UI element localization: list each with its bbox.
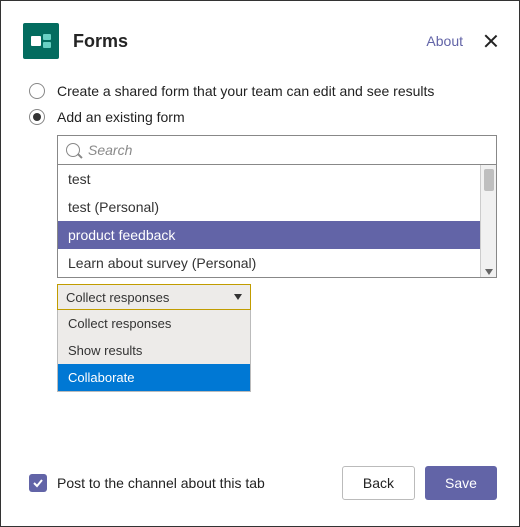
dialog-footer: Post to the channel about this tab Back … xyxy=(1,466,519,526)
chevron-down-icon xyxy=(234,294,242,300)
dialog-content: Create a shared form that your team can … xyxy=(1,69,519,466)
radio-create-shared[interactable]: Create a shared form that your team can … xyxy=(29,83,497,99)
dropdown-option[interactable]: Show results xyxy=(58,337,250,364)
forms-listbox: test test (Personal) product feedback Le… xyxy=(57,165,497,278)
dropdown-option[interactable]: Collect responses xyxy=(58,310,250,337)
list-item[interactable]: Learn about survey (Personal) xyxy=(58,249,496,277)
post-checkbox-label: Post to the channel about this tab xyxy=(57,475,265,491)
scrollbar-thumb[interactable] xyxy=(484,169,494,191)
save-button[interactable]: Save xyxy=(425,466,497,500)
action-dropdown-options: Collect responses Show results Collabora… xyxy=(57,310,251,392)
radio-add-existing[interactable]: Add an existing form xyxy=(29,109,497,125)
dialog-header: Forms About xyxy=(1,1,519,69)
search-input[interactable]: Search xyxy=(57,135,497,165)
back-button[interactable]: Back xyxy=(342,466,415,500)
search-placeholder: Search xyxy=(88,142,132,158)
dropdown-option-highlighted[interactable]: Collaborate xyxy=(58,364,250,391)
post-checkbox[interactable] xyxy=(29,474,47,492)
check-icon xyxy=(32,477,44,489)
forms-glyph-icon xyxy=(31,34,51,48)
radio-icon-selected xyxy=(29,109,45,125)
button-label: Save xyxy=(445,475,477,491)
scrollbar[interactable] xyxy=(480,165,496,277)
list-item-selected[interactable]: product feedback xyxy=(58,221,496,249)
list-item[interactable]: test (Personal) xyxy=(58,193,496,221)
action-dropdown-wrap: Collect responses Collect responses Show… xyxy=(29,284,251,392)
dialog-forms-tab: Forms About Create a shared form that yo… xyxy=(0,0,520,527)
radio-label: Add an existing form xyxy=(57,109,185,125)
close-icon[interactable] xyxy=(483,33,499,49)
about-link[interactable]: About xyxy=(426,33,463,49)
radio-icon xyxy=(29,83,45,99)
list-item[interactable]: test xyxy=(58,165,496,193)
action-dropdown[interactable]: Collect responses xyxy=(57,284,251,310)
search-icon xyxy=(66,143,80,157)
existing-form-area: Search test test (Personal) product feed… xyxy=(29,135,497,278)
action-dropdown-value: Collect responses xyxy=(66,290,169,305)
chevron-down-icon[interactable] xyxy=(485,269,493,275)
forms-app-icon xyxy=(23,23,59,59)
radio-label: Create a shared form that your team can … xyxy=(57,83,434,99)
button-label: Back xyxy=(363,475,394,491)
dialog-title: Forms xyxy=(73,31,128,52)
